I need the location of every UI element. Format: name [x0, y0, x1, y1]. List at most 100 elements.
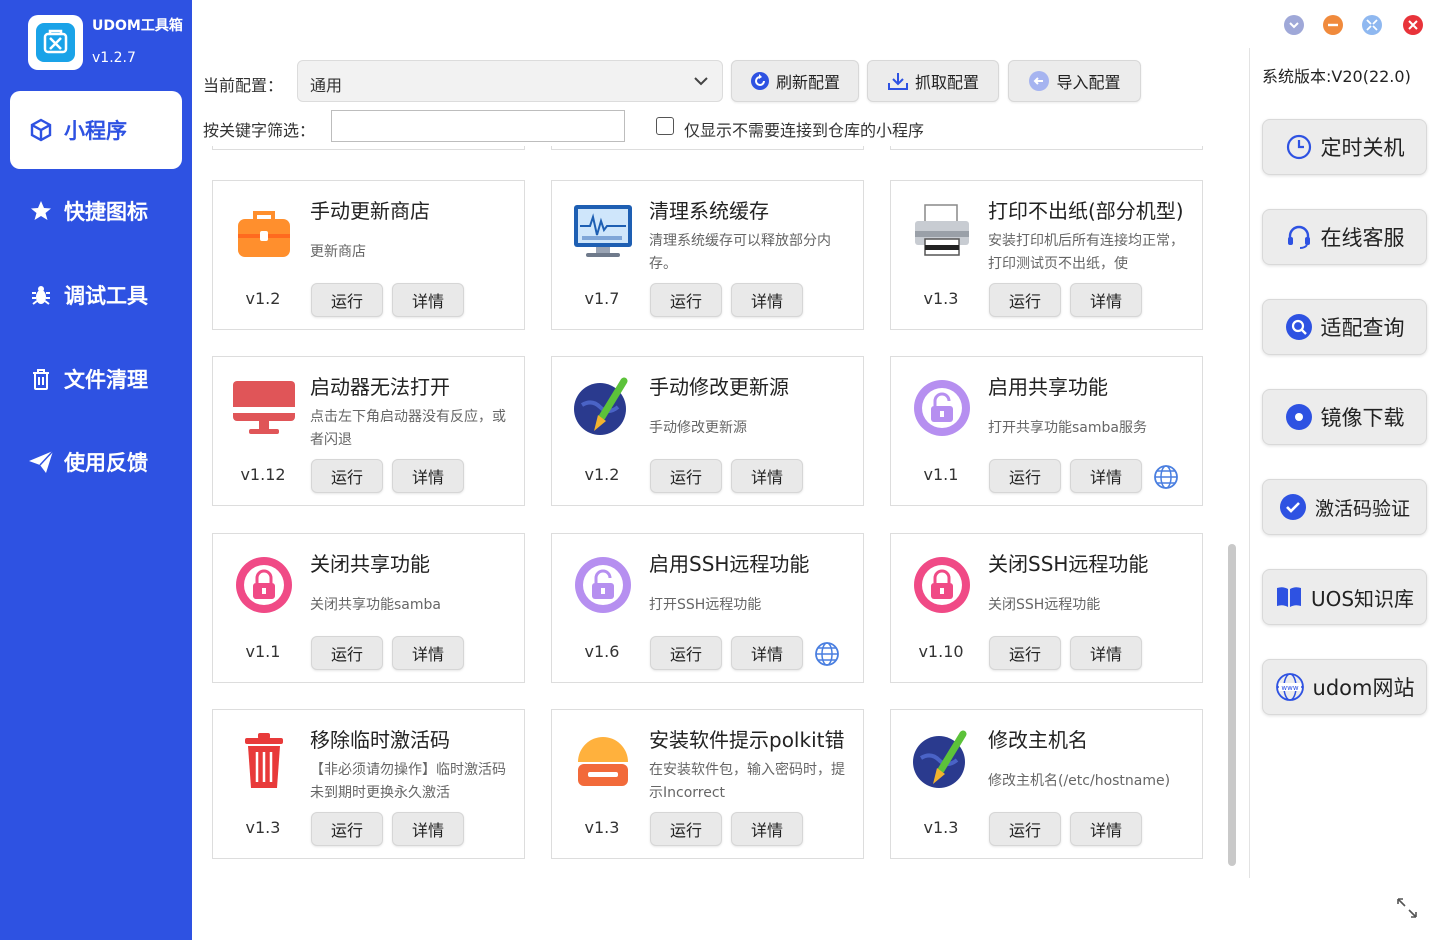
- udom-website-button[interactable]: www udom网站: [1262, 659, 1427, 715]
- program-card: 手动修改更新源 手动修改更新源 v1.2 运行 详情: [551, 356, 864, 506]
- nav-label: 快捷图标: [64, 200, 148, 224]
- run-button[interactable]: 运行: [311, 459, 383, 493]
- detail-button[interactable]: 详情: [731, 636, 803, 670]
- resize-icon[interactable]: [1395, 896, 1419, 924]
- nav-item-debug-tools[interactable]: 调试工具: [10, 256, 182, 334]
- run-button[interactable]: 运行: [650, 459, 722, 493]
- card-version: v1.3: [584, 818, 620, 837]
- detail-button[interactable]: 详情: [392, 636, 464, 670]
- button-label: udom网站: [1312, 676, 1415, 700]
- run-button[interactable]: 运行: [989, 636, 1061, 670]
- card-partial: [551, 146, 864, 150]
- detail-button[interactable]: 详情: [1070, 459, 1142, 493]
- app-window: UDOM工具箱 v1.2.7 小程序 快捷图标 调试工具 文件清理 使用反馈 当…: [0, 0, 1441, 940]
- system-version: 系统版本:V20(22.0): [1262, 67, 1411, 86]
- nav-item-shortcut-icons[interactable]: 快捷图标: [10, 172, 182, 250]
- activation-verify-button[interactable]: 激活码验证: [1262, 479, 1427, 535]
- card-description: 修改主机名(/etc/hostname): [988, 773, 1171, 789]
- import-config-button[interactable]: 导入配置: [1008, 60, 1141, 102]
- run-button[interactable]: 运行: [989, 283, 1061, 317]
- monitor-icon: [572, 201, 634, 263]
- run-button[interactable]: 运行: [650, 283, 722, 317]
- app-logo: [28, 15, 83, 70]
- close-icon: [1408, 20, 1418, 30]
- trash-icon: [28, 366, 54, 392]
- card-description: 点击左下角启动器没有反应，或者闪退: [310, 409, 506, 448]
- uos-knowledge-base-button[interactable]: UOS知识库: [1262, 569, 1427, 625]
- program-card: 安装软件提示polkit错 在安装软件包，输入密码时，提示Incorrect v…: [551, 709, 864, 859]
- grid-scrollbar[interactable]: [1228, 544, 1236, 866]
- nav-item-mini-programs[interactable]: 小程序: [10, 91, 182, 169]
- globe-icon[interactable]: [1153, 464, 1179, 494]
- globe-icon[interactable]: [814, 641, 840, 671]
- no-repo-checkbox[interactable]: [656, 117, 674, 135]
- detail-button[interactable]: 详情: [731, 812, 803, 846]
- run-button[interactable]: 运行: [311, 283, 383, 317]
- paper-plane-icon: [28, 449, 54, 475]
- card-version: v1.10: [918, 642, 964, 661]
- menu-button[interactable]: [1284, 15, 1304, 35]
- run-button[interactable]: 运行: [989, 812, 1061, 846]
- scheduled-shutdown-button[interactable]: 定时关机: [1262, 119, 1427, 175]
- detail-button[interactable]: 详情: [1070, 283, 1142, 317]
- trash-can-icon: [233, 730, 295, 792]
- run-button[interactable]: 运行: [650, 812, 722, 846]
- detail-button[interactable]: 详情: [392, 283, 464, 317]
- config-select[interactable]: 通用: [297, 60, 723, 102]
- program-card: 修改主机名 修改主机名(/etc/hostname) v1.3 运行 详情: [890, 709, 1203, 859]
- image-download-button[interactable]: 镜像下载: [1262, 389, 1427, 445]
- button-label: 定时关机: [1320, 136, 1405, 160]
- nav-item-feedback[interactable]: 使用反馈: [10, 423, 182, 501]
- close-button[interactable]: [1403, 15, 1423, 35]
- card-title: 安装软件提示polkit错: [649, 728, 845, 752]
- program-card: 打印不出纸(部分机型) 安装打印机后所有连接均正常，打印测试页不出纸，使 v1.…: [890, 180, 1203, 330]
- compatibility-query-button[interactable]: 适配查询: [1262, 299, 1427, 355]
- app-title: UDOM工具箱: [92, 18, 183, 34]
- run-button[interactable]: 运行: [311, 812, 383, 846]
- card-description: 安装打印机后所有连接均正常，打印测试页不出纸，使: [988, 233, 1184, 272]
- card-description: 【非必须请勿操作】临时激活码未到期时更换永久激活: [310, 762, 506, 801]
- card-description: 关闭SSH远程功能: [988, 597, 1101, 613]
- card-version: v1.7: [584, 289, 620, 308]
- minimize-button[interactable]: [1323, 15, 1343, 35]
- run-button[interactable]: 运行: [650, 636, 722, 670]
- card-version: v1.1: [245, 642, 281, 661]
- card-version: v1.6: [584, 642, 620, 661]
- keyword-filter-input[interactable]: [331, 110, 625, 142]
- maximize-button[interactable]: [1362, 15, 1382, 35]
- button-label: 镜像下载: [1320, 406, 1405, 430]
- card-partial: [890, 146, 1203, 150]
- run-button[interactable]: 运行: [311, 636, 383, 670]
- detail-button[interactable]: 详情: [731, 459, 803, 493]
- chevron-down-icon: [1289, 22, 1299, 29]
- detail-button[interactable]: 详情: [392, 812, 464, 846]
- refresh-config-button[interactable]: 刷新配置: [731, 60, 859, 102]
- download-icon: [887, 73, 908, 90]
- card-title: 启用共享功能: [988, 375, 1108, 399]
- detail-button[interactable]: 详情: [1070, 636, 1142, 670]
- refresh-icon: [750, 72, 769, 90]
- headset-icon: [1285, 223, 1313, 251]
- run-button[interactable]: 运行: [989, 459, 1061, 493]
- card-version: v1.2: [245, 289, 281, 308]
- program-card: 启动器无法打开 点击左下角启动器没有反应，或者闪退 v1.12 运行 详情: [212, 356, 525, 506]
- lock-icon: [911, 554, 973, 616]
- button-label: UOS知识库: [1310, 586, 1415, 611]
- online-support-button[interactable]: 在线客服: [1262, 209, 1427, 265]
- import-config-label: 导入配置: [1056, 73, 1121, 92]
- card-version: v1.3: [923, 818, 959, 837]
- detail-button[interactable]: 详情: [1070, 812, 1142, 846]
- check-circle-icon: [1279, 493, 1307, 521]
- card-title: 启动器无法打开: [310, 375, 450, 399]
- detail-button[interactable]: 详情: [731, 283, 803, 317]
- panel-divider: [1249, 48, 1250, 878]
- program-card: 移除临时激活码 【非必须请勿操作】临时激活码未到期时更换永久激活 v1.3 运行…: [212, 709, 525, 859]
- expand-icon: [1366, 19, 1378, 31]
- button-label: 适配查询: [1320, 316, 1405, 340]
- hamburger-icon: [572, 730, 634, 792]
- detail-button[interactable]: 详情: [392, 459, 464, 493]
- nav-item-file-cleanup[interactable]: 文件清理: [10, 340, 182, 418]
- program-card: 手动更新商店 更新商店 v1.2 运行 详情: [212, 180, 525, 330]
- config-select-value: 通用: [310, 76, 343, 95]
- fetch-config-button[interactable]: 抓取配置: [867, 60, 999, 102]
